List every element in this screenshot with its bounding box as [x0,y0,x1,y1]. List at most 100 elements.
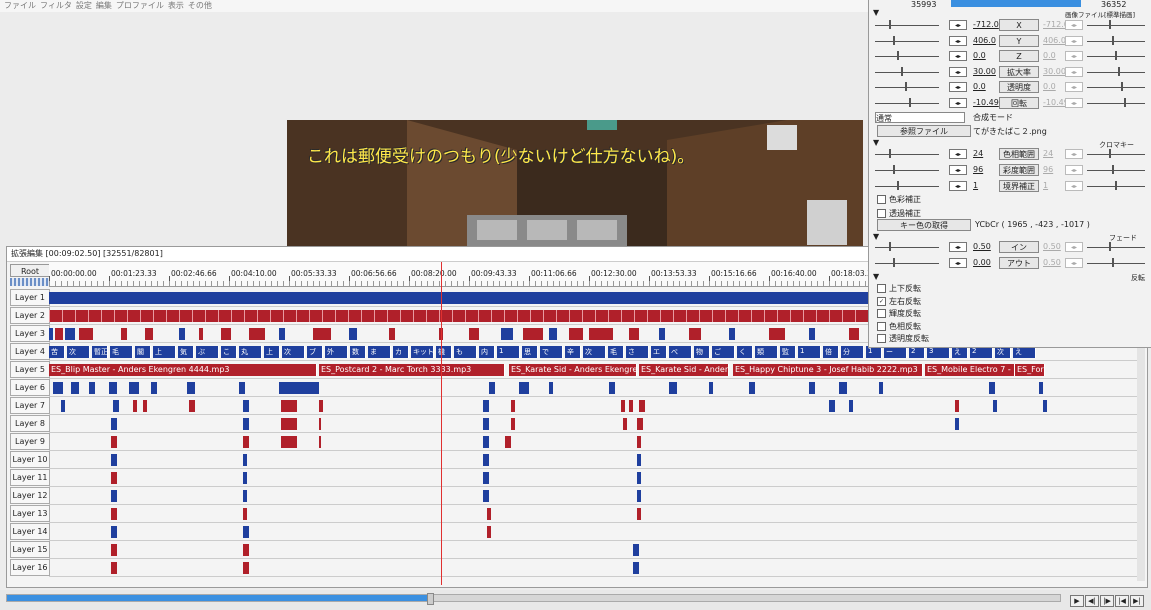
prev-frame-icon[interactable]: ◀| [1085,595,1099,607]
audio-clip[interactable]: ES_Karate Sid - Anders [639,364,729,376]
text-clip[interactable]: 次 [282,346,305,358]
clip-segment[interactable] [569,328,583,340]
clip-segment[interactable] [349,328,357,340]
param-slider[interactable] [875,71,939,73]
menu-item[interactable]: 設定 [76,0,92,11]
clip-segment[interactable] [111,562,117,574]
clip-segment[interactable] [111,454,117,466]
param-slider-end-knob[interactable] [1115,51,1117,60]
frame-range-bar[interactable] [951,0,1081,7]
param-arrows[interactable]: ◂▸ [949,51,967,61]
param-slider-end[interactable] [1087,102,1145,104]
text-clip[interactable]: ぶ [196,346,219,358]
clip-segment[interactable] [729,328,735,340]
clip-segment[interactable] [243,400,249,412]
text-clip[interactable]: 次 [583,346,606,358]
clip-segment[interactable] [639,400,645,412]
clip-segment[interactable] [637,418,643,430]
param-slider-end[interactable] [1087,263,1145,264]
menu-item[interactable]: フィルタ [40,0,72,11]
param-arrows-end[interactable]: ◂▸ [1065,82,1083,92]
text-clip[interactable]: 1 [798,346,821,358]
clip-segment[interactable] [849,400,853,412]
layer-label[interactable]: Layer 3 [10,325,50,342]
param-button[interactable]: 彩度範囲 [999,164,1039,176]
clip-segment[interactable] [669,382,677,394]
clip-segment[interactable] [249,328,265,340]
play-icon[interactable]: ▶ [1070,595,1084,607]
param-slider-end-knob[interactable] [1112,165,1114,174]
clip-segment[interactable] [111,472,117,484]
clip-segment[interactable] [151,382,157,394]
clip-segment[interactable] [189,400,195,412]
clip-segment[interactable] [111,490,117,502]
param-slider-knob[interactable] [897,51,899,60]
layer-track[interactable] [49,433,1137,451]
menu-item[interactable]: 編集 [96,0,112,11]
param-slider-end-knob[interactable] [1124,97,1126,107]
audio-clip[interactable]: ES_Happy Chiptune 3 - Josef Habib 2222.m… [733,364,923,376]
clip-segment[interactable] [281,436,297,448]
param-button[interactable]: 拡大率 [999,65,1039,78]
audio-clip[interactable]: ES_Mobile Electro 7 - M [925,364,1015,376]
clip-segment[interactable] [505,436,511,448]
text-clip[interactable]: キット [411,346,434,358]
text-clip[interactable]: 物 [694,346,710,358]
clip-segment[interactable] [523,328,543,340]
clip-segment[interactable] [89,382,95,394]
param-value-end[interactable]: 30.00 [1043,67,1066,76]
text-clip[interactable]: さ [626,346,649,358]
clip-segment[interactable] [955,400,959,412]
clip-segment[interactable] [53,382,63,394]
clip-segment[interactable] [145,328,153,340]
layer-label[interactable]: Layer 15 [10,541,50,558]
param-slider[interactable] [875,186,939,187]
param-slider-knob[interactable] [889,149,891,158]
clip-segment[interactable] [133,400,137,412]
param-slider-end[interactable] [1087,154,1145,155]
text-clip[interactable]: 次 [67,346,90,358]
clip-segment[interactable] [65,328,75,340]
clip-segment[interactable] [623,418,627,430]
param-value-end[interactable]: 96 [1043,165,1053,174]
clip-segment[interactable] [589,328,613,340]
clip-segment[interactable] [483,400,489,412]
param-button[interactable]: イン [999,241,1039,253]
param-arrows-end[interactable]: ◂▸ [1065,181,1083,191]
clip-segment[interactable] [243,562,249,574]
root-button[interactable]: Root [10,264,50,277]
clip-segment[interactable] [79,328,93,340]
clip-segment[interactable] [199,328,203,340]
checkbox-box[interactable] [877,309,886,318]
param-button[interactable]: 色相範囲 [999,148,1039,160]
text-clip[interactable]: 類 [755,346,778,358]
audio-clip[interactable]: ES_Karate Sid - Anders Ekengren [509,364,637,376]
param-arrows-end[interactable]: ◂▸ [1065,165,1083,175]
param-arrows[interactable]: ◂▸ [949,181,967,191]
clip-segment[interactable] [221,328,231,340]
color-correct-checkbox[interactable]: 色彩補正 [877,194,921,205]
clip-segment[interactable] [281,400,297,412]
param-slider[interactable] [875,102,939,104]
clip-segment[interactable] [483,490,489,502]
param-slider-end-knob[interactable] [1115,181,1117,190]
param-value-end[interactable]: 0.50 [1043,258,1061,267]
clip-segment[interactable] [637,436,641,448]
text-clip[interactable]: カ [393,346,409,358]
layer-track[interactable] [49,505,1137,523]
clip-segment[interactable] [71,382,79,394]
clip-segment[interactable] [111,526,117,538]
param-slider-end[interactable] [1087,247,1145,248]
param-value[interactable]: 30.00 [973,67,996,76]
param-slider-end-knob[interactable] [1109,149,1111,158]
clip-segment[interactable] [109,382,117,394]
clip-segment[interactable] [989,382,995,394]
flip-checkbox[interactable]: 輝度反転 [877,308,921,319]
clip-segment[interactable] [621,400,625,412]
text-clip[interactable]: 上 [264,346,280,358]
layer-label[interactable]: Layer 11 [10,469,50,486]
text-clip[interactable]: 苦 [49,346,65,358]
flip-checkbox[interactable]: 透明度反転 [877,333,929,344]
clip-segment[interactable] [955,418,959,430]
clip-segment[interactable] [483,436,489,448]
